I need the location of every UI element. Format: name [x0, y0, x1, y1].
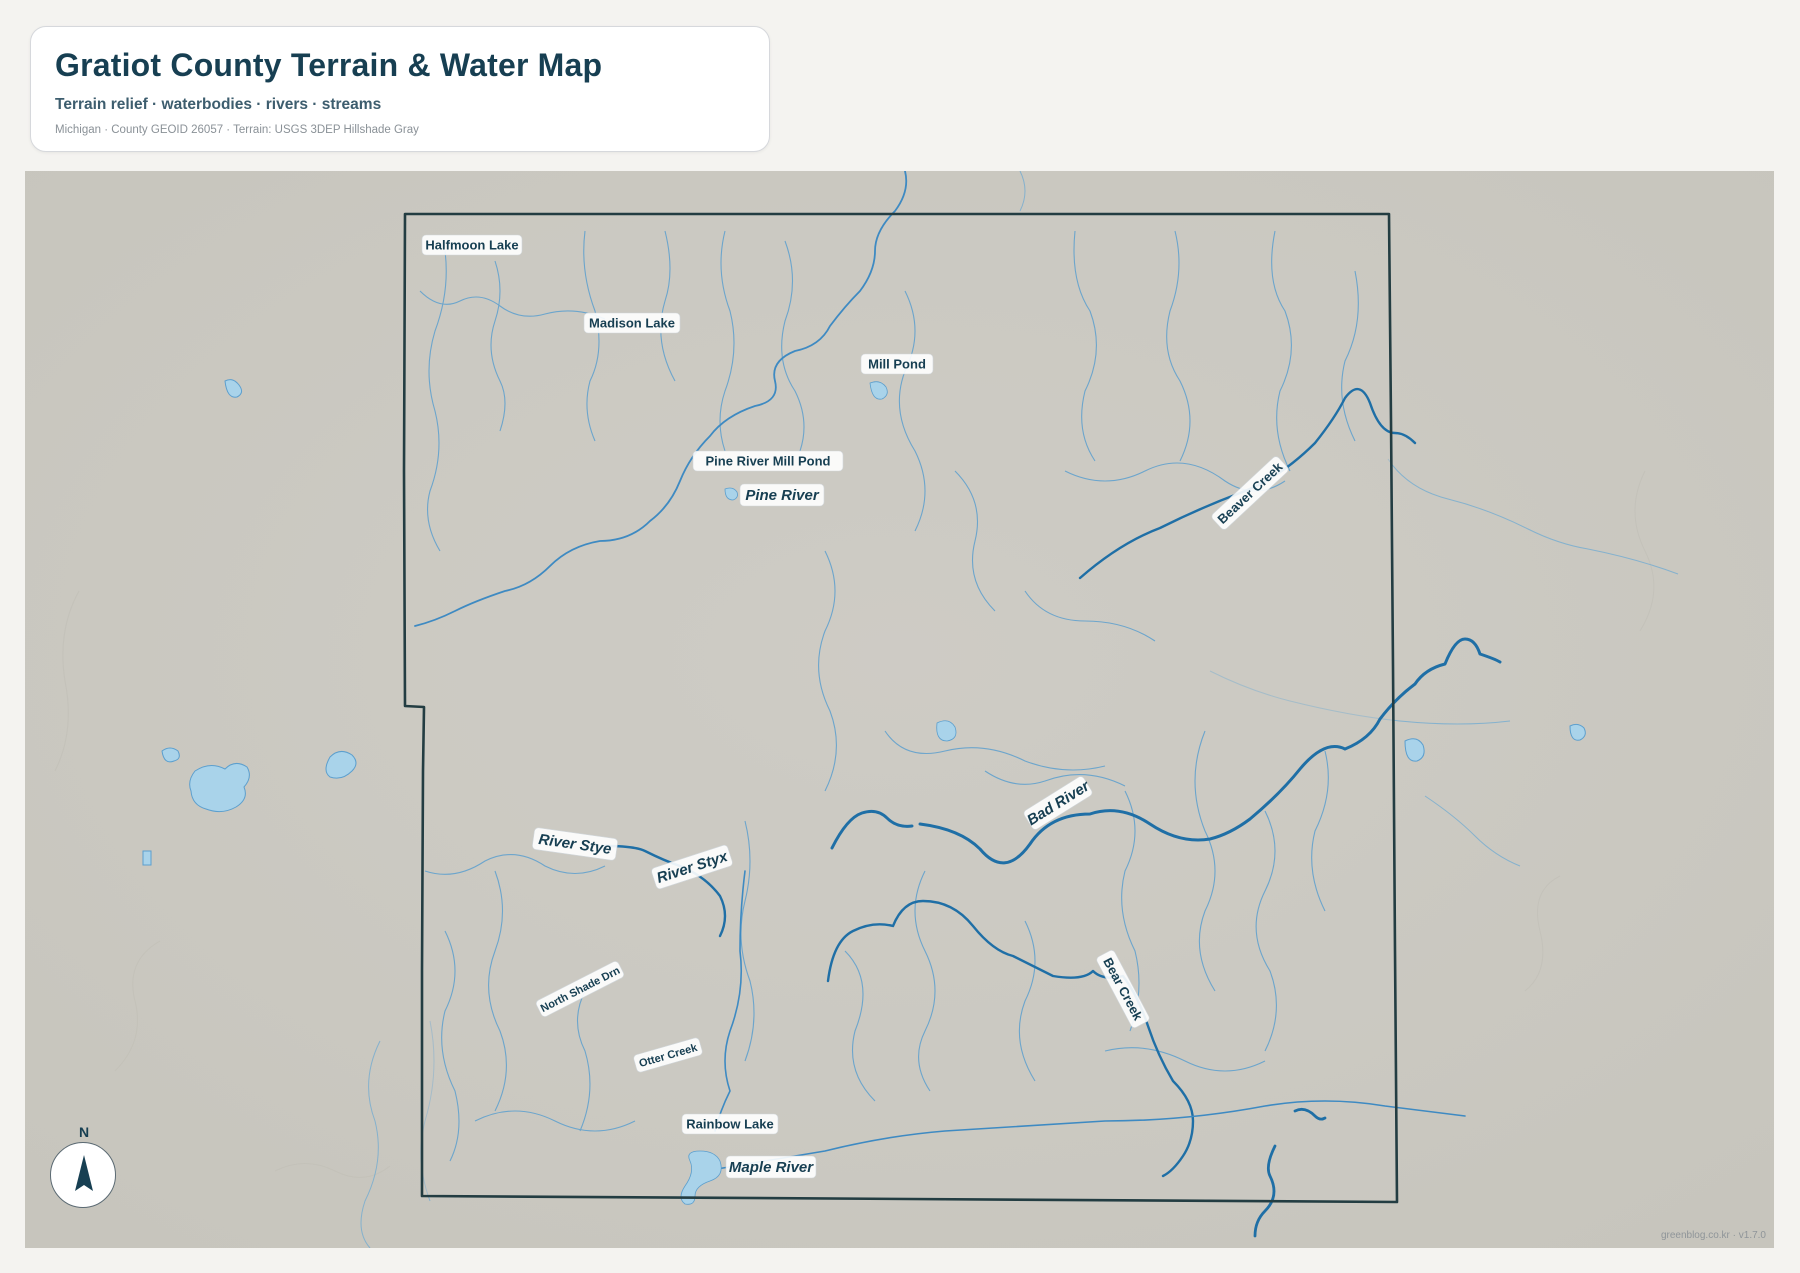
- label-pine-river: Pine River: [739, 483, 825, 507]
- label-mill-pond: Mill Pond: [860, 353, 934, 375]
- compass-ring: [50, 1142, 116, 1208]
- map-svg[interactable]: Halfmoon Lake Madison Lake Mill Pond Pin…: [25, 171, 1774, 1248]
- credit-text: greenblog.co.kr · v1.7.0: [1660, 1230, 1766, 1241]
- svg-text:Pine River Mill Pond: Pine River Mill Pond: [706, 454, 831, 469]
- lake-east-1: [1569, 723, 1586, 741]
- label-maple-river: Maple River: [725, 1155, 817, 1179]
- label-madison-lake: Madison Lake: [583, 312, 681, 334]
- compass-north-label: N: [78, 1124, 90, 1140]
- map-canvas[interactable]: Halfmoon Lake Madison Lake Mill Pond Pin…: [25, 171, 1774, 1248]
- compass: N: [50, 1124, 118, 1214]
- title-card: Gratiot County Terrain & Water Map Terra…: [30, 26, 770, 152]
- svg-text:Madison Lake: Madison Lake: [589, 316, 675, 331]
- label-rainbow-lake: Rainbow Lake: [681, 1113, 779, 1135]
- svg-text:Rainbow Lake: Rainbow Lake: [686, 1117, 773, 1132]
- svg-text:Halfmoon Lake: Halfmoon Lake: [425, 238, 518, 253]
- map-title: Gratiot County Terrain & Water Map: [55, 47, 603, 83]
- svg-text:Pine River: Pine River: [745, 487, 820, 504]
- svg-text:Maple River: Maple River: [729, 1159, 814, 1176]
- map-meta: Michigan · County GEOID 26057 · Terrain:…: [55, 124, 419, 136]
- north-arrow-icon: [75, 1155, 93, 1191]
- svg-text:Mill Pond: Mill Pond: [868, 357, 926, 372]
- lake-west-large: [189, 763, 250, 813]
- lake-west-5: [142, 850, 152, 866]
- label-pine-river-mill-pond: Pine River Mill Pond: [692, 450, 844, 472]
- label-halfmoon-lake: Halfmoon Lake: [421, 234, 523, 256]
- map-subtitle: Terrain relief · waterbodies · rivers · …: [55, 96, 382, 113]
